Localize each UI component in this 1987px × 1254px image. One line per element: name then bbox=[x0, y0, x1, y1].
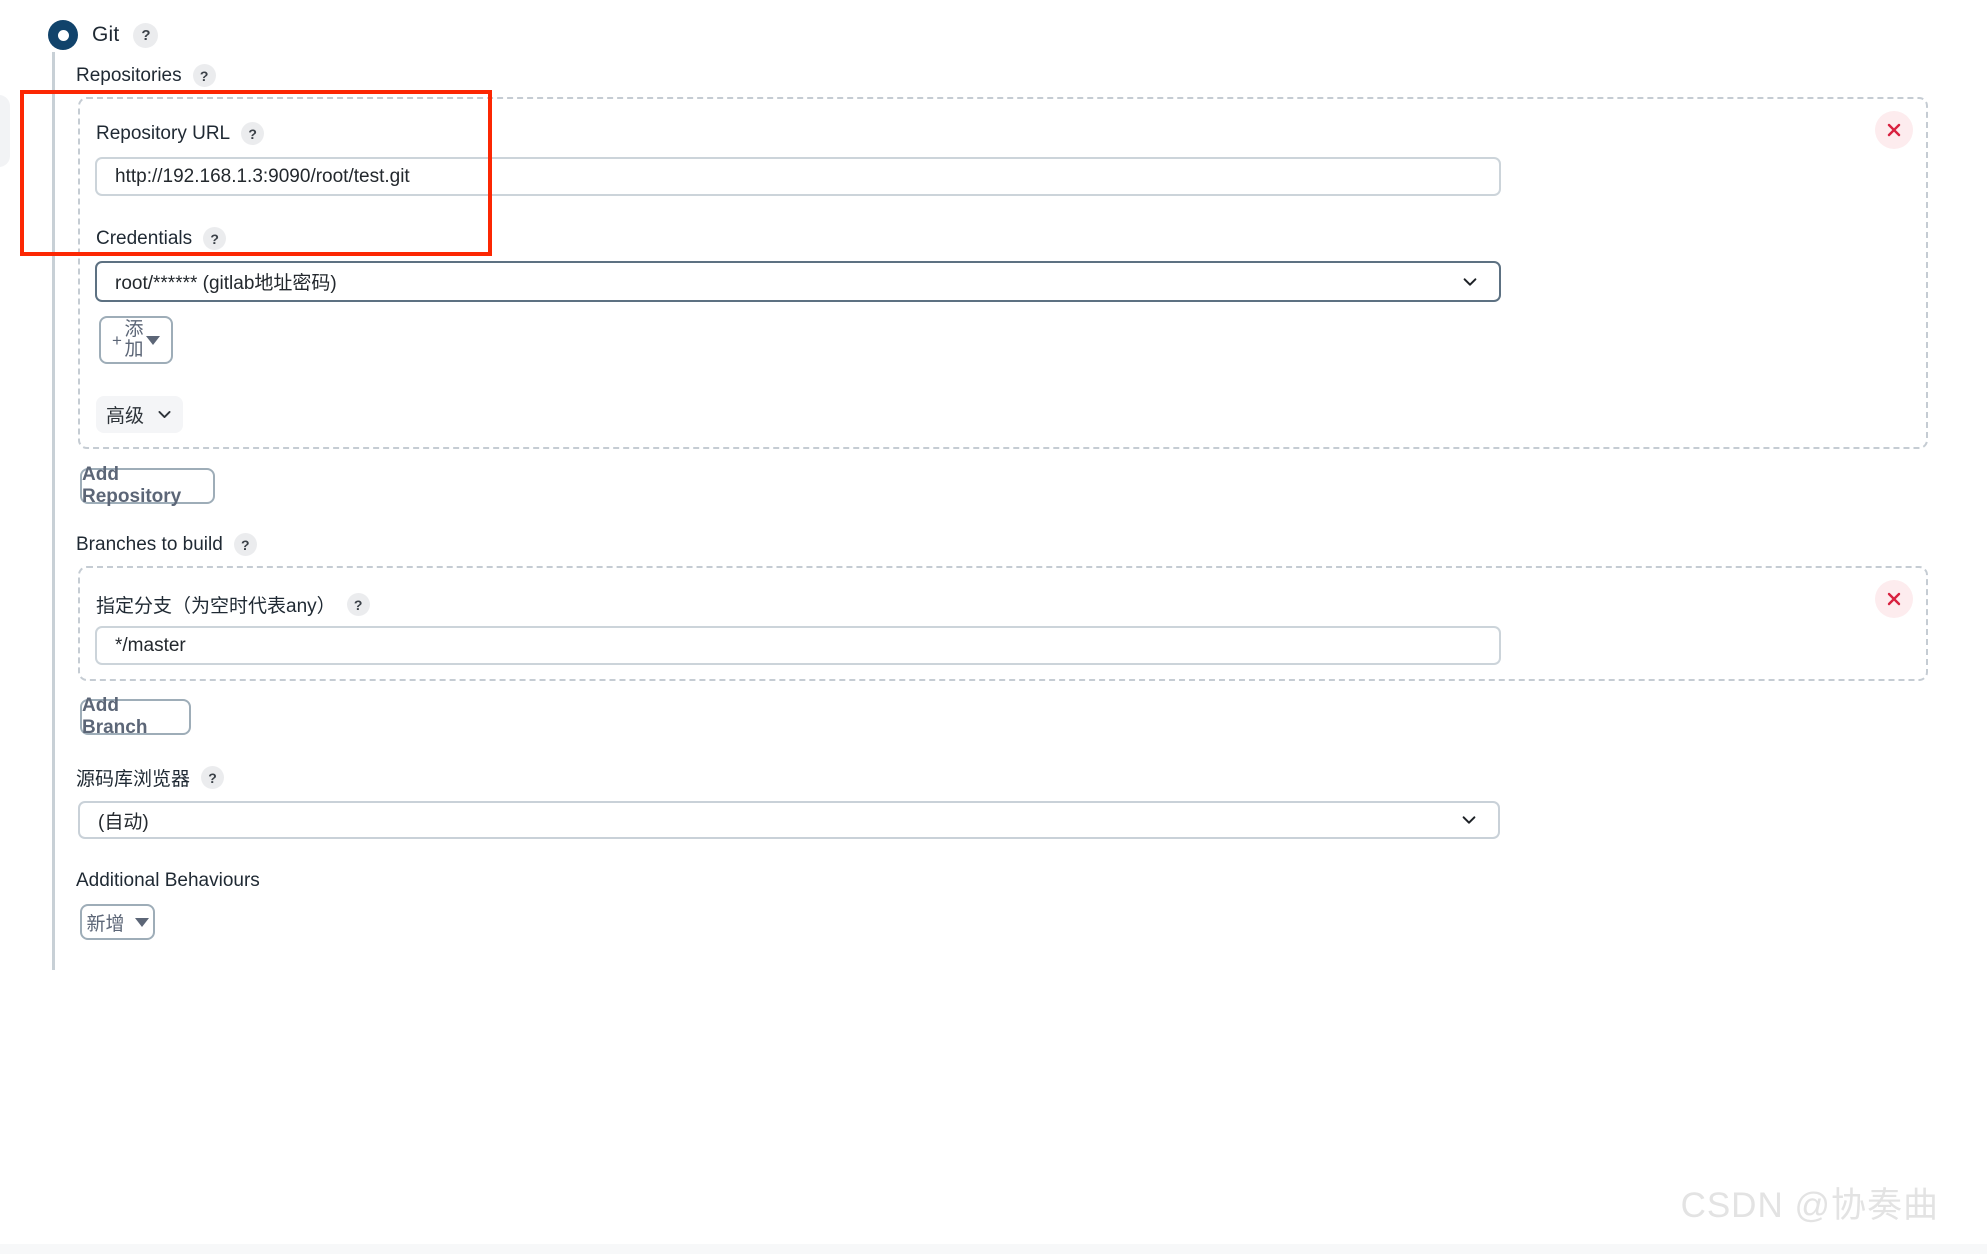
add-branch-label: Add Branch bbox=[82, 695, 148, 738]
repositories-label: Repositories bbox=[76, 64, 182, 86]
caret-down-icon bbox=[145, 335, 160, 345]
source-browser-select[interactable]: (自动) bbox=[78, 801, 1500, 839]
chevron-down-icon bbox=[158, 411, 171, 418]
credentials-select[interactable]: root/****** (gitlab地址密码) bbox=[95, 261, 1501, 302]
repository-url-value: http://192.168.1.3:9090/root/test.git bbox=[115, 165, 410, 187]
add-branch-button[interactable]: Add Branch bbox=[80, 695, 191, 738]
additional-behaviours-section: Additional Behaviours bbox=[76, 870, 260, 892]
bottom-strip bbox=[0, 1244, 1987, 1254]
help-icon-branch-specifier[interactable]: ? bbox=[346, 593, 370, 616]
radio-selected-icon[interactable] bbox=[48, 20, 78, 50]
branches-to-build-label: Branches to build bbox=[76, 533, 223, 555]
add-credentials-button[interactable]: + 添加 bbox=[99, 316, 173, 364]
branch-specifier-value: */master bbox=[115, 634, 186, 656]
source-browser-value: (自动) bbox=[98, 811, 149, 833]
help-icon-source-browser[interactable]: ? bbox=[201, 766, 225, 789]
repository-url-input[interactable]: http://192.168.1.3:9090/root/test.git bbox=[95, 157, 1501, 196]
close-icon bbox=[1887, 592, 1901, 606]
repository-url-field: Repository URL ? bbox=[96, 122, 265, 145]
source-browser-label: 源码库浏览器 bbox=[76, 769, 191, 790]
watermark: CSDN @协奏曲 bbox=[1680, 1186, 1939, 1225]
source-browser-section: 源码库浏览器 ? bbox=[76, 764, 225, 791]
additional-behaviours-label: Additional Behaviours bbox=[76, 870, 260, 891]
delete-branch-button[interactable] bbox=[1875, 580, 1913, 618]
advanced-toggle-button[interactable]: 高级 bbox=[96, 396, 183, 433]
credentials-value: root/****** (gitlab地址密码) bbox=[115, 273, 337, 294]
help-icon-git[interactable]: ? bbox=[133, 22, 159, 48]
caret-down-icon bbox=[134, 917, 149, 927]
add-behaviour-label: 新增 bbox=[86, 913, 125, 935]
add-repository-label: Add Repository bbox=[82, 464, 182, 507]
jenkins-scm-git-config-page: Git ? Repositories ? Repository URL ? ht… bbox=[0, 0, 1987, 1254]
repositories-section: Repositories ? bbox=[76, 64, 216, 87]
help-icon-repositories[interactable]: ? bbox=[192, 64, 216, 87]
help-icon-branches[interactable]: ? bbox=[233, 533, 257, 556]
delete-repository-button[interactable] bbox=[1875, 111, 1913, 149]
chevron-down-icon bbox=[1462, 816, 1476, 824]
chevron-down-icon bbox=[1463, 277, 1477, 286]
scm-option-label: Git bbox=[92, 23, 120, 46]
branch-specifier-field: 指定分支（为空时代表any） ? bbox=[96, 591, 370, 618]
branch-specifier-label: 指定分支（为空时代表any） bbox=[96, 596, 336, 617]
scm-option-git[interactable]: Git ? bbox=[48, 18, 159, 52]
add-repository-button[interactable]: Add Repository bbox=[80, 464, 215, 507]
add-credentials-label: 添加 bbox=[124, 318, 144, 360]
section-guide-rail bbox=[52, 52, 55, 970]
credentials-label: Credentials bbox=[96, 227, 193, 249]
branch-specifier-input[interactable]: */master bbox=[95, 626, 1501, 665]
repository-url-label: Repository URL bbox=[96, 122, 231, 144]
close-icon bbox=[1887, 123, 1901, 137]
credentials-field: Credentials ? bbox=[96, 227, 227, 250]
help-icon-credentials[interactable]: ? bbox=[203, 227, 227, 250]
advanced-label: 高级 bbox=[105, 406, 144, 427]
plus-icon: + bbox=[112, 330, 122, 350]
add-behaviour-button[interactable]: 新增 bbox=[80, 904, 155, 940]
branches-to-build-section: Branches to build ? bbox=[76, 533, 257, 556]
help-icon-repository-url[interactable]: ? bbox=[241, 122, 265, 145]
left-edge-tab bbox=[0, 95, 10, 167]
